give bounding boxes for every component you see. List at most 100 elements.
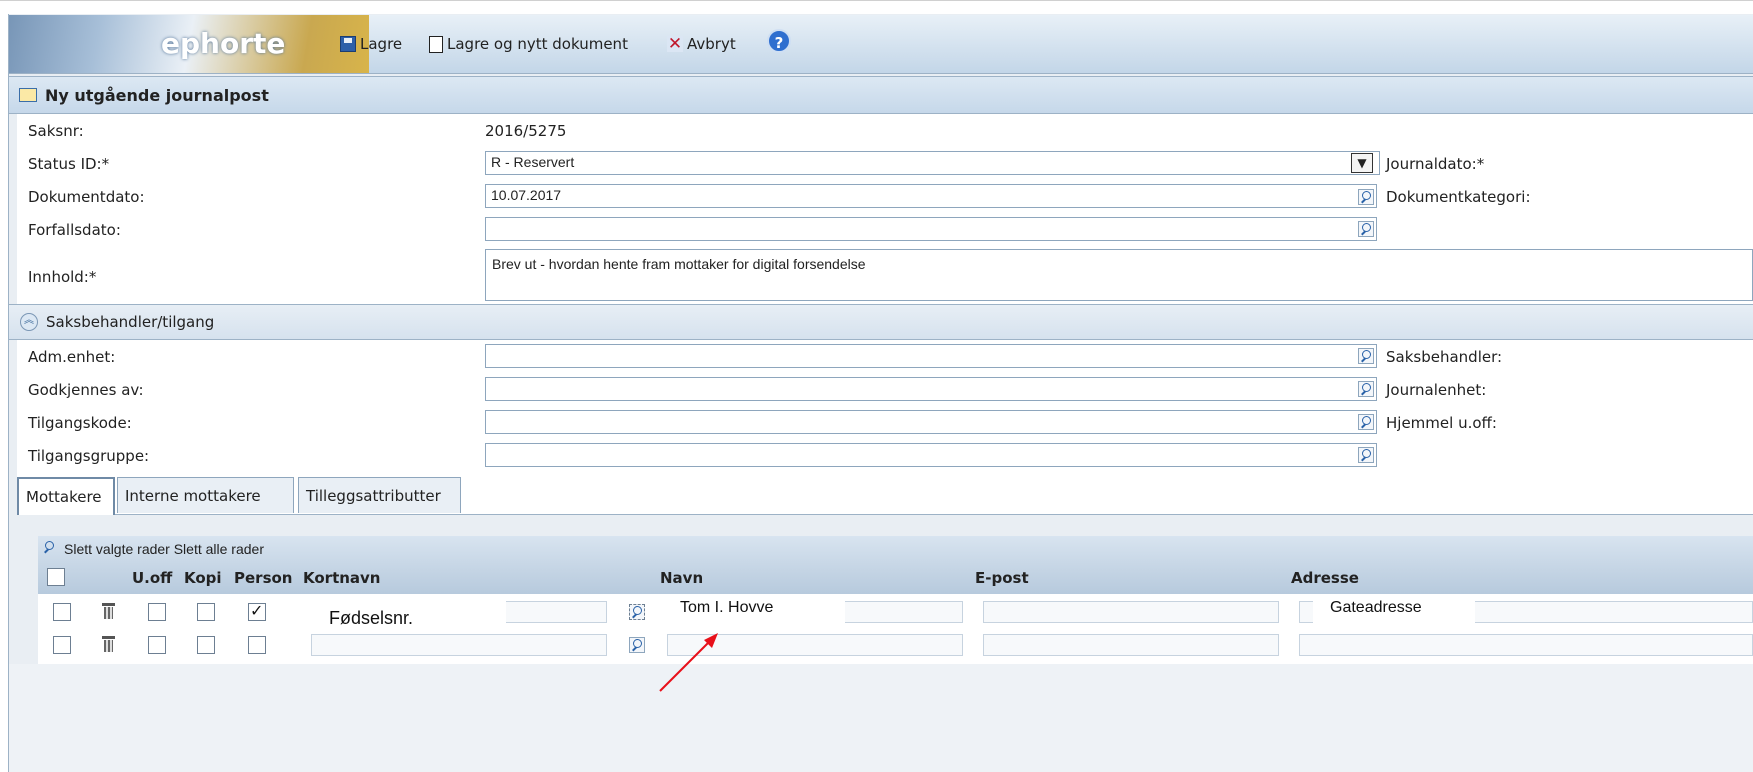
recipients-grid: Slett valgte rader Slett alle rader U.of… bbox=[38, 536, 1753, 664]
navn-input[interactable] bbox=[667, 634, 963, 656]
saksnr-value: 2016/5275 bbox=[485, 122, 567, 140]
navn-overlay-text: Tom I. Hovve bbox=[680, 599, 774, 616]
bottom-area bbox=[9, 664, 1753, 772]
chevron-down-icon[interactable]: ▼ bbox=[1351, 153, 1373, 173]
kortnavn-input[interactable] bbox=[311, 634, 607, 656]
adm-enhet-input[interactable] bbox=[485, 344, 1377, 368]
toolbar: ephorte Lagre Lagre og nytt dokument ✕ A… bbox=[9, 15, 1753, 74]
cancel-label: Avbryt bbox=[687, 35, 736, 53]
status-select[interactable]: R - Reservert bbox=[485, 151, 1380, 175]
tab-mottakere[interactable]: Mottakere bbox=[17, 477, 115, 515]
header-kopi: Kopi bbox=[184, 569, 222, 587]
table-row bbox=[38, 630, 1753, 662]
top-border bbox=[0, 0, 1753, 1]
grid-header: U.off Kopi Person Kortnavn Navn E-post A… bbox=[38, 562, 1753, 594]
forfallsdato-lookup-icon[interactable] bbox=[1358, 221, 1374, 237]
cancel-x-icon: ✕ bbox=[667, 34, 683, 54]
adresse-overlay-text: Gateadresse bbox=[1330, 599, 1422, 616]
adm-enhet-lookup-icon[interactable] bbox=[1358, 348, 1374, 364]
tilgangskode-label: Tilgangskode: bbox=[28, 414, 132, 432]
trash-icon[interactable] bbox=[102, 636, 115, 652]
tilgangsgruppe-lookup-icon[interactable] bbox=[1358, 447, 1374, 463]
navn-overlay-box: Tom I. Hovve bbox=[667, 594, 845, 626]
page-header: Ny utgående journalpost bbox=[9, 76, 1753, 114]
kortnavn-overlay-box: Fødselsnr. bbox=[311, 596, 506, 632]
search-icon[interactable] bbox=[42, 540, 58, 556]
forfallsdato-label: Forfallsdato: bbox=[28, 221, 121, 239]
access-section-title: Saksbehandler/tilgang bbox=[46, 313, 215, 331]
tilgangsgruppe-label: Tilgangsgruppe: bbox=[28, 447, 150, 465]
adresse-overlay-box: Gateadresse bbox=[1313, 594, 1475, 626]
grid-toolbar-actions[interactable]: Slett valgte rader Slett alle rader bbox=[64, 541, 264, 557]
collapse-chevron-icon[interactable]: ︽ bbox=[20, 313, 38, 331]
trash-icon[interactable] bbox=[102, 603, 115, 619]
godkjennes-lookup-icon[interactable] bbox=[1358, 381, 1374, 397]
page-title: Ny utgående journalpost bbox=[45, 85, 269, 105]
access-section-header[interactable]: ︽ Saksbehandler/tilgang bbox=[9, 304, 1753, 340]
forfallsdato-input[interactable] bbox=[485, 217, 1377, 241]
row-select-checkbox[interactable] bbox=[53, 603, 71, 621]
dokumentkategori-label: Dokumentkategori: bbox=[1386, 188, 1531, 206]
person-checkbox[interactable] bbox=[248, 636, 266, 654]
uoff-checkbox[interactable] bbox=[148, 636, 166, 654]
tab-bar: Mottakere Interne mottakere Tilleggsattr… bbox=[17, 474, 1753, 515]
logo-text: ephorte bbox=[161, 27, 286, 60]
uoff-checkbox[interactable] bbox=[148, 603, 166, 621]
header-navn: Navn bbox=[660, 569, 704, 587]
tab-label: Interne mottakere bbox=[125, 486, 261, 505]
godkjennes-input[interactable] bbox=[485, 377, 1377, 401]
innhold-value: Brev ut - hvordan hente fram mottaker fo… bbox=[492, 256, 866, 272]
tab-label: Tilleggsattributter bbox=[306, 486, 441, 505]
save-label: Lagre bbox=[360, 35, 403, 53]
kopi-checkbox[interactable] bbox=[197, 603, 215, 621]
journalenhet-label: Journalenhet: bbox=[1386, 381, 1487, 399]
tab-tilleggsattributter[interactable]: Tilleggsattributter bbox=[298, 477, 461, 513]
header-uoff: U.off bbox=[132, 569, 173, 587]
help-button[interactable]: ? bbox=[767, 29, 791, 53]
kortnavn-lookup-icon[interactable] bbox=[629, 604, 645, 620]
tilgangskode-input[interactable] bbox=[485, 410, 1377, 434]
cancel-button[interactable]: ✕ Avbryt bbox=[667, 34, 736, 54]
adresse-input[interactable] bbox=[1299, 634, 1753, 656]
table-row bbox=[38, 596, 1753, 628]
dokumentdato-value: 10.07.2017 bbox=[491, 187, 562, 203]
status-label: Status ID:* bbox=[28, 155, 110, 173]
header-adresse: Adresse bbox=[1291, 569, 1359, 587]
dokumentdato-label: Dokumentdato: bbox=[28, 188, 145, 206]
epost-input[interactable] bbox=[983, 634, 1279, 656]
envelope-icon bbox=[19, 88, 37, 102]
epost-input[interactable] bbox=[983, 601, 1279, 623]
tilgangskode-lookup-icon[interactable] bbox=[1358, 414, 1374, 430]
ephorte-logo: ephorte bbox=[9, 15, 369, 73]
save-button[interactable]: Lagre bbox=[340, 34, 402, 54]
header-epost: E-post bbox=[975, 569, 1029, 587]
floppy-disk-icon bbox=[340, 36, 356, 52]
godkjennes-label: Godkjennes av: bbox=[28, 381, 144, 399]
tab-interne-mottakere[interactable]: Interne mottakere bbox=[117, 477, 294, 513]
kopi-checkbox[interactable] bbox=[197, 636, 215, 654]
dokumentdato-input[interactable]: 10.07.2017 bbox=[485, 184, 1377, 208]
save-new-document-button[interactable]: Lagre og nytt dokument bbox=[429, 34, 628, 54]
person-checkbox[interactable] bbox=[248, 601, 266, 621]
header-kortnavn: Kortnavn bbox=[303, 569, 381, 587]
select-all-checkbox[interactable] bbox=[47, 568, 65, 586]
tab-label: Mottakere bbox=[26, 488, 102, 506]
new-document-icon bbox=[429, 35, 443, 53]
help-icon: ? bbox=[767, 29, 791, 53]
tilgangsgruppe-input[interactable] bbox=[485, 443, 1377, 467]
dokumentdato-lookup-icon[interactable] bbox=[1358, 189, 1374, 205]
kortnavn-overlay-text: Fødselsnr. bbox=[329, 608, 414, 628]
innhold-label: Innhold:* bbox=[28, 268, 97, 286]
header-person: Person bbox=[234, 569, 293, 587]
innhold-textarea[interactable]: Brev ut - hvordan hente fram mottaker fo… bbox=[485, 249, 1753, 301]
status-value: R - Reservert bbox=[491, 154, 575, 170]
adm-enhet-label: Adm.enhet: bbox=[28, 348, 116, 366]
save-new-label: Lagre og nytt dokument bbox=[447, 35, 628, 53]
saksbehandler-label: Saksbehandler: bbox=[1386, 348, 1503, 366]
row-select-checkbox[interactable] bbox=[53, 636, 71, 654]
kortnavn-lookup-icon[interactable] bbox=[629, 637, 645, 653]
hjemmel-label: Hjemmel u.off: bbox=[1386, 414, 1497, 432]
saksnr-label: Saksnr: bbox=[28, 122, 84, 140]
journaldato-label: Journaldato:* bbox=[1386, 155, 1485, 173]
grid-toolbar: Slett valgte rader Slett alle rader bbox=[38, 536, 1753, 562]
